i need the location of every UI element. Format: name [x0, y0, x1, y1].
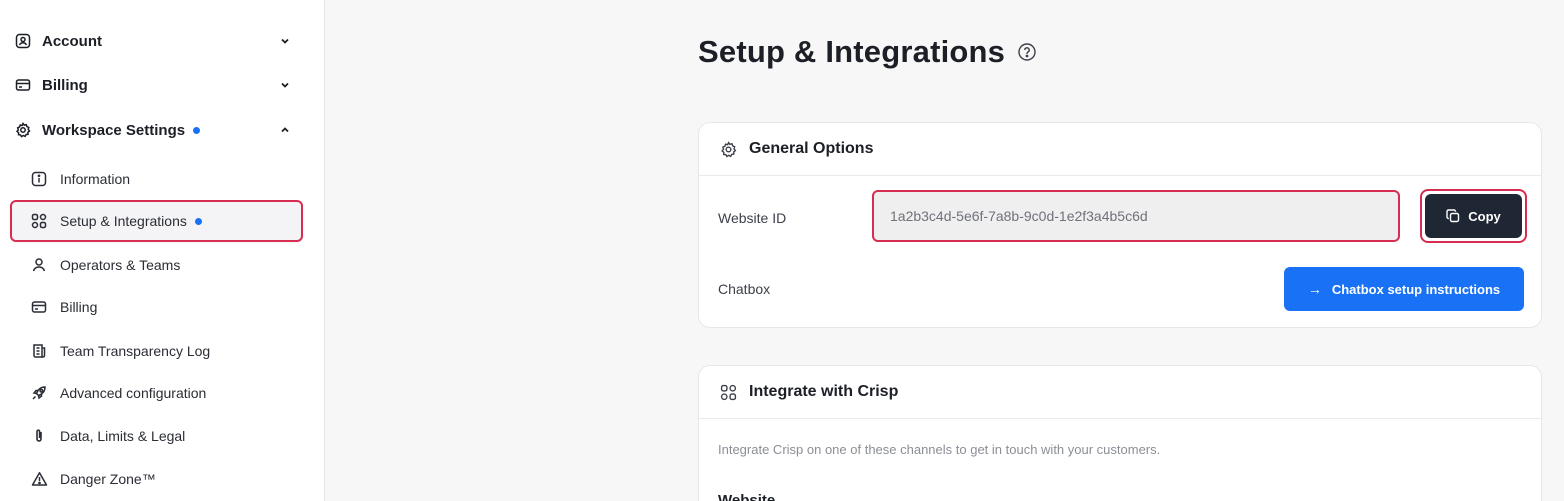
- card-title: Integrate with Crisp: [749, 383, 899, 400]
- gear-icon: [719, 140, 737, 158]
- card-title: General Options: [749, 140, 874, 157]
- integrate-description: Integrate Crisp on one of these channels…: [718, 442, 1161, 457]
- card-header: General Options: [699, 123, 1541, 176]
- sidebar-item-label: Information: [60, 171, 131, 187]
- sidebar-item-advanced-configuration[interactable]: Advanced configuration: [12, 375, 301, 411]
- chevron-down-icon: [281, 82, 289, 88]
- chatbox-label: Chatbox: [718, 281, 771, 297]
- sidebar-item-label: Billing: [42, 76, 88, 94]
- copy-button-outline: Copy: [1420, 189, 1527, 243]
- grid-icon: [719, 383, 737, 401]
- sidebar-item-label: Danger Zone™: [60, 471, 156, 487]
- paperclip-icon: [30, 427, 48, 445]
- credit-card-icon: [14, 76, 32, 94]
- gear-icon: [14, 121, 32, 139]
- chatbox-button-label: Chatbox setup instructions: [1331, 281, 1501, 297]
- grid-icon: [30, 212, 48, 230]
- log-icon: [30, 342, 48, 360]
- sidebar-item-label: Advanced configuration: [60, 385, 207, 401]
- sidebar-item-label: Setup & Integrations: [60, 213, 187, 229]
- notification-dot: [193, 126, 201, 134]
- sidebar-item-workspace-settings[interactable]: Workspace Settings: [14, 116, 304, 144]
- sidebar-item-data-limits-legal[interactable]: Data, Limits & Legal: [12, 418, 301, 454]
- general-options-card: General Options Website ID 1a2b3c4d-5e6f…: [698, 122, 1542, 328]
- sidebar-item-team-transparency-log[interactable]: Team Transparency Log: [12, 333, 301, 369]
- sidebar-item-billing[interactable]: Billing: [14, 71, 304, 99]
- info-icon: [30, 170, 48, 188]
- website-id-field[interactable]: 1a2b3c4d-5e6f-7a8b-9c0d-1e2f3a4b5c6d: [872, 190, 1400, 242]
- sidebar: Account Billing Workspace Settings Infor…: [0, 0, 325, 501]
- sidebar-item-danger-zone[interactable]: Danger Zone™: [12, 461, 301, 497]
- sidebar-item-setup-integrations[interactable]: Setup & Integrations: [10, 200, 303, 242]
- copy-button-label: Copy: [1468, 208, 1501, 224]
- integrate-card: Integrate with Crisp Integrate Crisp on …: [698, 365, 1542, 501]
- page-title: Setup & Integrations: [698, 34, 1006, 69]
- copy-icon: [1446, 209, 1460, 223]
- sidebar-item-operators-teams[interactable]: Operators & Teams: [12, 247, 301, 283]
- rocket-icon: [30, 384, 48, 402]
- sidebar-item-information[interactable]: Information: [12, 161, 301, 197]
- sidebar-item-billing-sub[interactable]: Billing: [12, 289, 301, 325]
- notification-dot: [194, 217, 202, 225]
- person-icon: [30, 256, 48, 274]
- card-header: Integrate with Crisp: [699, 366, 1541, 419]
- sidebar-item-label: Billing: [60, 299, 98, 315]
- copy-button[interactable]: Copy: [1425, 194, 1522, 238]
- website-id-label: Website ID: [718, 210, 787, 226]
- user-square-icon: [14, 32, 32, 50]
- help-icon[interactable]: [1017, 42, 1037, 62]
- credit-card-icon: [30, 298, 48, 316]
- page-header: Setup & Integrations: [698, 34, 1037, 70]
- chatbox-setup-instructions-button[interactable]: → Chatbox setup instructions: [1284, 267, 1524, 311]
- chevron-down-icon: [281, 38, 289, 44]
- sidebar-item-label: Workspace Settings: [42, 121, 186, 139]
- sidebar-item-label: Data, Limits & Legal: [60, 428, 186, 444]
- website-subsection-title: Website: [718, 492, 776, 501]
- website-id-value: 1a2b3c4d-5e6f-7a8b-9c0d-1e2f3a4b5c6d: [890, 208, 1148, 224]
- warning-icon: [30, 470, 48, 488]
- arrow-right-icon: →: [1307, 281, 1322, 297]
- sidebar-item-label: Account: [42, 32, 102, 50]
- sidebar-item-account[interactable]: Account: [14, 27, 304, 55]
- chevron-up-icon: [281, 127, 289, 133]
- sidebar-item-label: Team Transparency Log: [60, 343, 211, 359]
- sidebar-item-label: Operators & Teams: [60, 257, 181, 273]
